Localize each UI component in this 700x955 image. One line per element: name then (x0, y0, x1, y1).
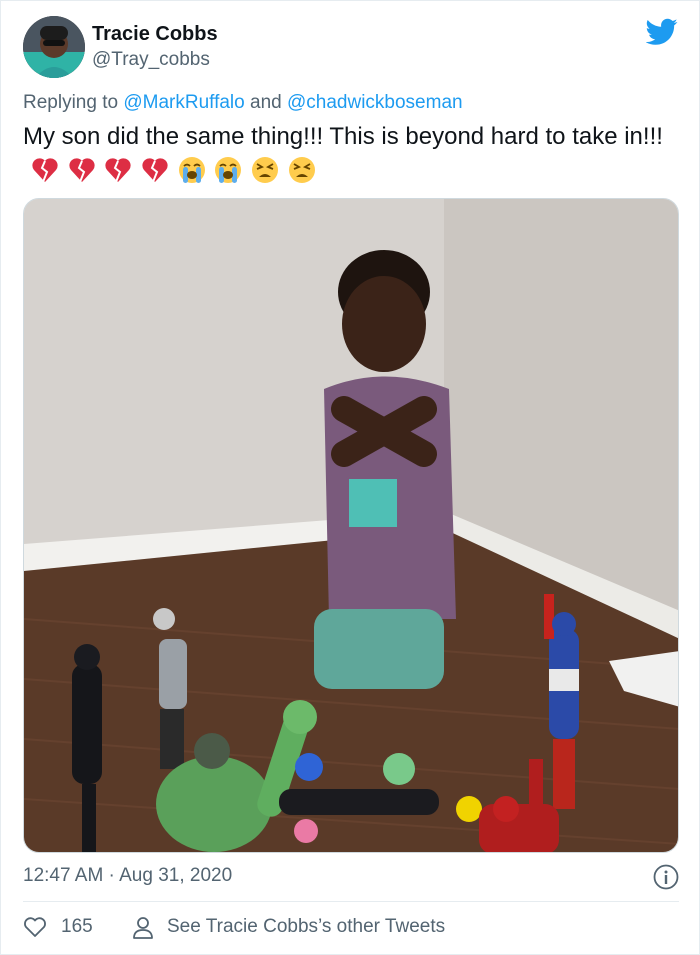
tired-face-icon (288, 157, 315, 184)
loudly-crying-face-icon (215, 157, 242, 184)
tweet-text: My son did the same thing!!! This is bey… (23, 121, 683, 186)
person-icon[interactable] (132, 916, 154, 940)
mention-chadwickboseman[interactable]: @chadwickboseman (287, 92, 463, 113)
broken-heart-icon (69, 158, 95, 183)
tweet-card: Tracie Cobbs @Tray_cobbs Replying to @Ma… (0, 0, 700, 955)
tweet-body: My son did the same thing!!! This is bey… (23, 123, 663, 150)
loudly-crying-face-icon (178, 157, 205, 184)
broken-heart-icon (105, 158, 131, 183)
divider (23, 901, 679, 902)
avatar-image (23, 16, 85, 78)
broken-heart-icon (142, 158, 168, 183)
user-handle[interactable]: @Tray_cobbs (92, 49, 210, 71)
mention-markruffalo[interactable]: @MarkRuffalo (123, 92, 244, 113)
display-name[interactable]: Tracie Cobbs (92, 23, 218, 46)
photo-kneeling-child-with-action-figures (24, 199, 678, 852)
emoji-row (31, 154, 318, 186)
tired-face-icon (252, 157, 279, 184)
avatar[interactable] (23, 16, 85, 78)
reply-prefix: Replying to (23, 92, 119, 113)
reply-joiner: and (250, 92, 282, 113)
replying-to: Replying to @MarkRuffalo and @chadwickbo… (23, 92, 463, 114)
like-count[interactable]: 165 (61, 916, 93, 938)
see-other-tweets-link[interactable]: See Tracie Cobbs’s other Tweets (167, 916, 445, 938)
tweet-photo[interactable] (23, 198, 679, 853)
info-icon[interactable] (653, 864, 679, 890)
tweet-timestamp[interactable]: 12:47 AM · Aug 31, 2020 (23, 865, 232, 887)
broken-heart-icon (32, 158, 58, 183)
twitter-bird-icon[interactable] (646, 18, 678, 46)
heart-outline-icon[interactable] (23, 916, 47, 938)
